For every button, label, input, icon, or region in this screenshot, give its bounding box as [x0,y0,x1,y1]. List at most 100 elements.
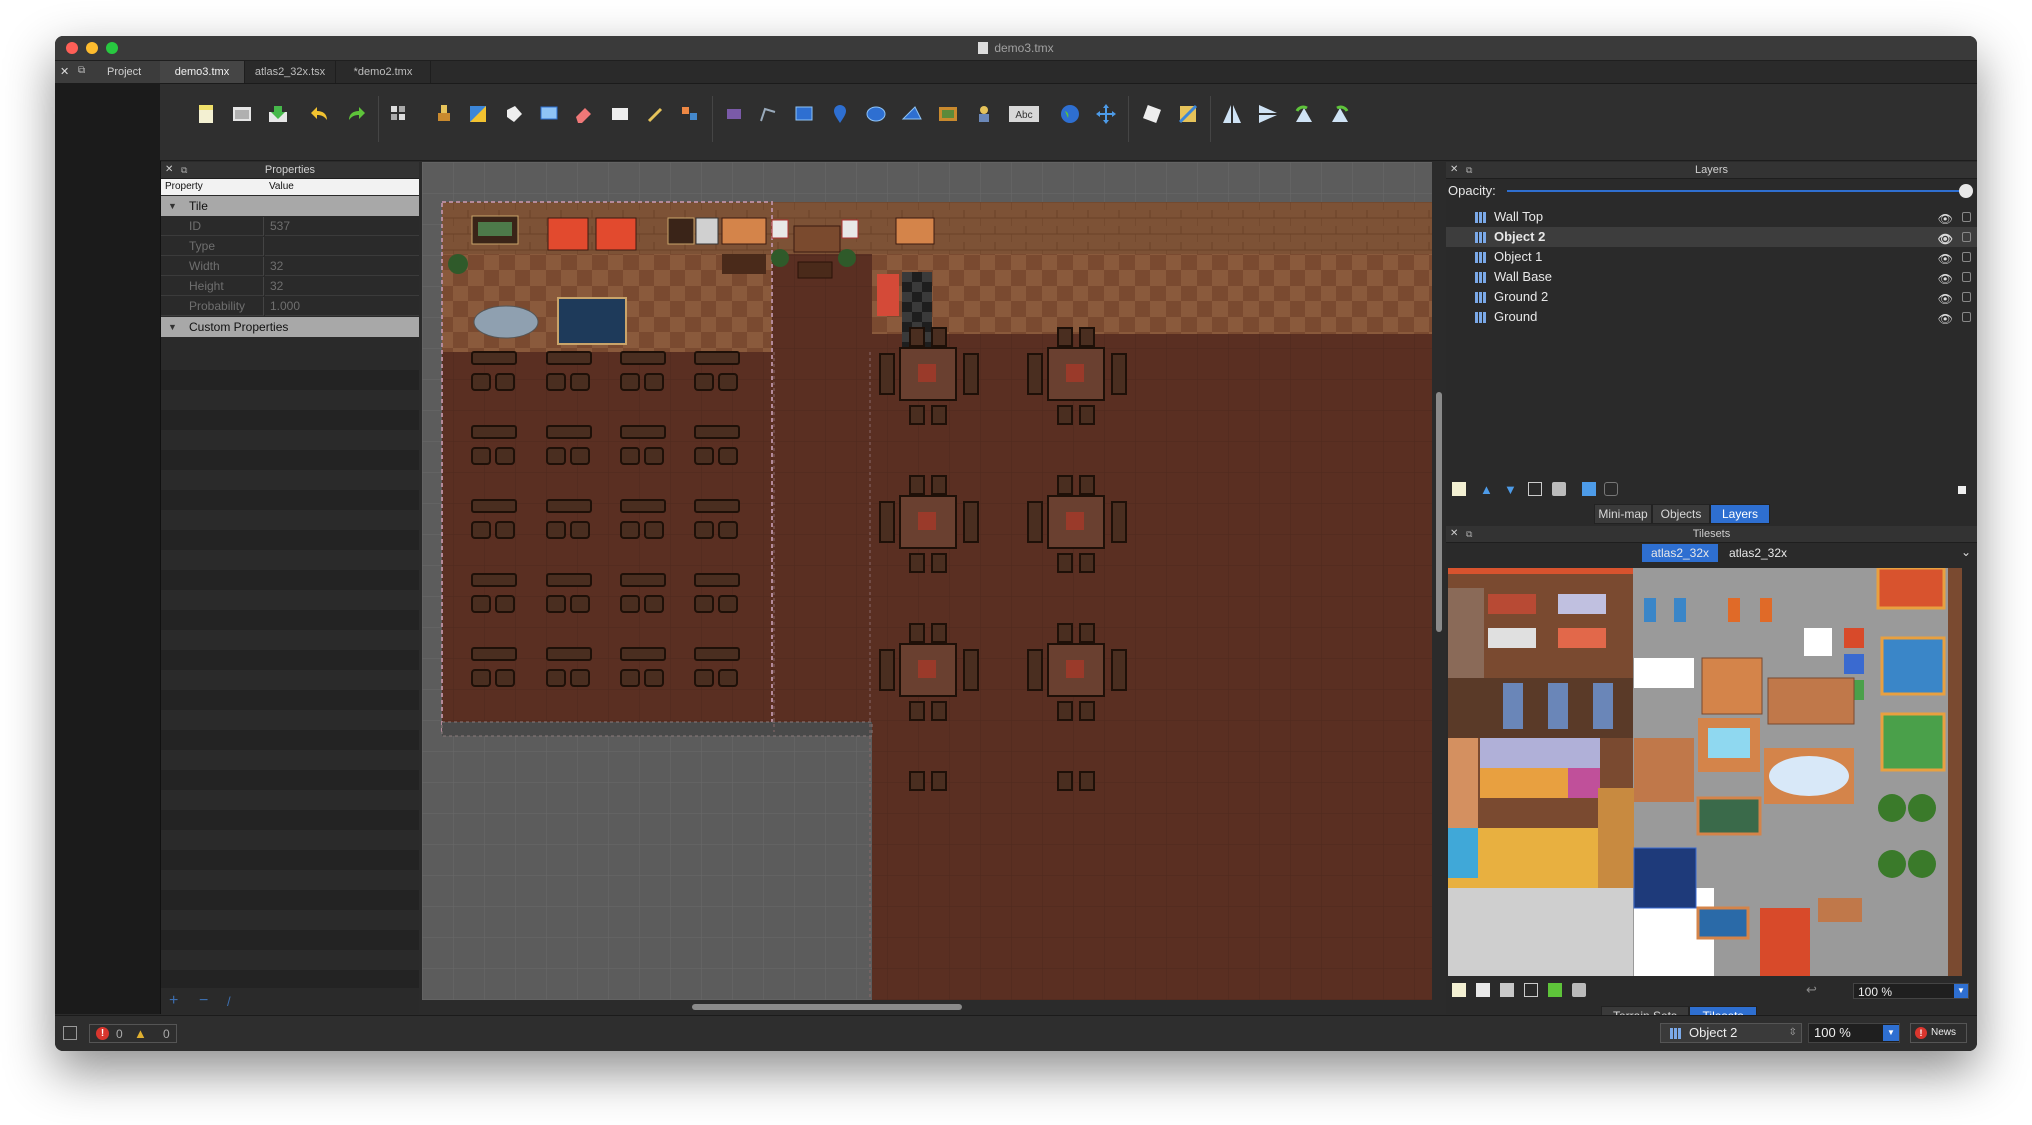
eye-icon[interactable]: 👁 [1938,309,1953,329]
lock-icon[interactable] [1962,272,1971,282]
lower-layer-icon[interactable]: ▼ [1504,482,1518,497]
move-icon[interactable] [1094,102,1118,126]
lock-icon[interactable] [1962,252,1971,262]
insert-ellipse-icon[interactable] [864,102,888,126]
current-layer-select[interactable]: Object 2 ⇳ [1660,1023,1802,1043]
rectangle-select-icon[interactable] [537,102,561,126]
tile-select-icon[interactable] [608,102,632,126]
insert-rectangle-icon[interactable] [792,102,816,126]
lock-icon[interactable] [1962,232,1971,242]
eye-icon[interactable]: 👁 [1938,229,1953,249]
object-select-icon[interactable] [722,102,746,126]
tileset-view[interactable] [1448,568,1962,976]
tab-objects[interactable]: Objects [1652,504,1710,524]
insert-tile-icon[interactable] [936,102,960,126]
close-icon[interactable]: ✕ [60,65,69,78]
layer-row[interactable]: Ground 👁 [1446,307,1977,327]
embed-tileset-icon[interactable] [1476,983,1490,997]
layer-row[interactable]: Wall Top 👁 [1446,207,1977,227]
magic-wand-icon[interactable] [644,102,668,126]
group-custom-properties[interactable]: ▼ Custom Properties [161,317,419,337]
news-button[interactable]: ! News [1910,1023,1967,1043]
group-tile[interactable]: ▼ Tile [161,196,419,216]
terrain-brush-icon[interactable] [432,102,456,126]
insert-text-icon[interactable]: Abc [1008,102,1040,126]
eye-icon[interactable]: 👁 [1938,289,1953,309]
chevron-down-icon[interactable]: ⌄ [1961,545,1971,559]
tab-mini-map[interactable]: Mini-map [1594,504,1652,524]
chevron-down-icon[interactable]: ▼ [1954,984,1968,998]
eraser-icon[interactable] [572,102,596,126]
redo-icon[interactable] [344,102,368,126]
chevron-down-icon[interactable]: ▼ [1883,1025,1899,1041]
console-icon[interactable] [63,1026,77,1040]
tab-atlas2[interactable]: atlas2_32x.tsx [245,61,336,83]
issues-indicator[interactable]: ! 0 ▲ 0 [89,1024,177,1043]
new-file-icon[interactable] [194,102,218,126]
show-hide-others-icon[interactable] [1582,482,1596,496]
property-row[interactable]: Type [161,237,419,257]
float-icon[interactable]: ⧉ [78,65,85,76]
wang-fill-icon[interactable] [1176,102,1200,126]
export-tileset-icon[interactable] [1500,983,1514,997]
column-value[interactable]: Value [269,181,294,192]
same-tile-select-icon[interactable] [678,102,702,126]
tileset-zoom-select[interactable]: 100 % ▼ [1853,983,1969,999]
tab-demo2[interactable]: *demo2.tmx [336,61,431,83]
eye-icon[interactable]: 👁 [1938,249,1953,269]
eye-icon[interactable]: 👁 [1938,269,1953,289]
save-icon[interactable] [266,102,290,126]
panel-menu-icon[interactable] [1958,486,1966,494]
expand-icon[interactable]: ▼ [168,317,177,337]
property-row[interactable]: Width 32 [161,257,419,277]
eye-icon[interactable]: 👁 [1938,209,1953,229]
lock-icon[interactable] [1962,312,1971,322]
layer-row-selected[interactable]: Object 2 👁 [1446,227,1977,247]
rotate-right-icon[interactable] [1328,102,1352,126]
insert-polygon-icon[interactable] [900,102,924,126]
property-row[interactable]: ID 537 [161,217,419,237]
layer-row[interactable]: Wall Base 👁 [1446,267,1977,287]
close-icon[interactable]: ✕ [165,162,173,178]
map-vertical-scrollbar[interactable] [1432,162,1446,1014]
lock-icon[interactable] [1962,292,1971,302]
shape-fill-icon[interactable] [502,102,526,126]
add-property-icon[interactable]: + [169,992,178,1010]
rename-property-icon[interactable]: / [227,994,231,1009]
tab-layers[interactable]: Layers [1710,504,1770,524]
map-zoom-select[interactable]: 100 % ▼ [1808,1023,1900,1043]
raise-layer-icon[interactable]: ▲ [1480,482,1494,497]
tab-demo3[interactable]: demo3.tmx [160,61,245,83]
insert-template-icon[interactable] [972,102,996,126]
insert-point-icon[interactable] [828,102,852,126]
remove-property-icon[interactable]: − [199,992,208,1010]
scroll-thumb[interactable] [1436,392,1442,632]
tile-stamp-icon[interactable] [388,102,412,126]
duplicate-layer-icon[interactable] [1528,482,1542,496]
float-icon[interactable]: ⧉ [181,162,187,178]
flip-horizontal-icon[interactable] [1220,102,1244,126]
flip-vertical-icon[interactable] [1256,102,1280,126]
scroll-thumb[interactable] [692,1004,962,1010]
new-layer-icon[interactable] [1452,482,1466,496]
edit-polygon-icon[interactable] [756,102,780,126]
undo-icon[interactable] [308,102,332,126]
tab-tileset[interactable]: atlas2_32x [1642,544,1718,562]
rotate-left-icon[interactable] [1292,102,1316,126]
lock-unlock-others-icon[interactable] [1604,482,1618,496]
bucket-fill-icon[interactable] [466,102,490,126]
world-tool-icon[interactable] [1058,102,1082,126]
map-horizontal-scrollbar[interactable] [422,1000,1432,1014]
new-tileset-icon[interactable] [1452,983,1466,997]
tab-tileset[interactable]: atlas2_32x [1720,544,1796,562]
property-row[interactable]: Probability 1.000 [161,297,419,317]
map-canvas[interactable] [422,162,1432,1000]
close-icon[interactable]: ✕ [1450,526,1458,542]
random-mode-icon[interactable] [1140,102,1164,126]
project-dock-tab[interactable]: ✕ ⧉ Project [55,61,160,83]
dynamic-wrap-icon[interactable] [1548,983,1562,997]
lock-icon[interactable] [1962,212,1971,222]
float-icon[interactable]: ⧉ [1466,526,1472,542]
opacity-slider-handle[interactable] [1959,184,1973,198]
edit-tileset-icon[interactable] [1524,983,1538,997]
